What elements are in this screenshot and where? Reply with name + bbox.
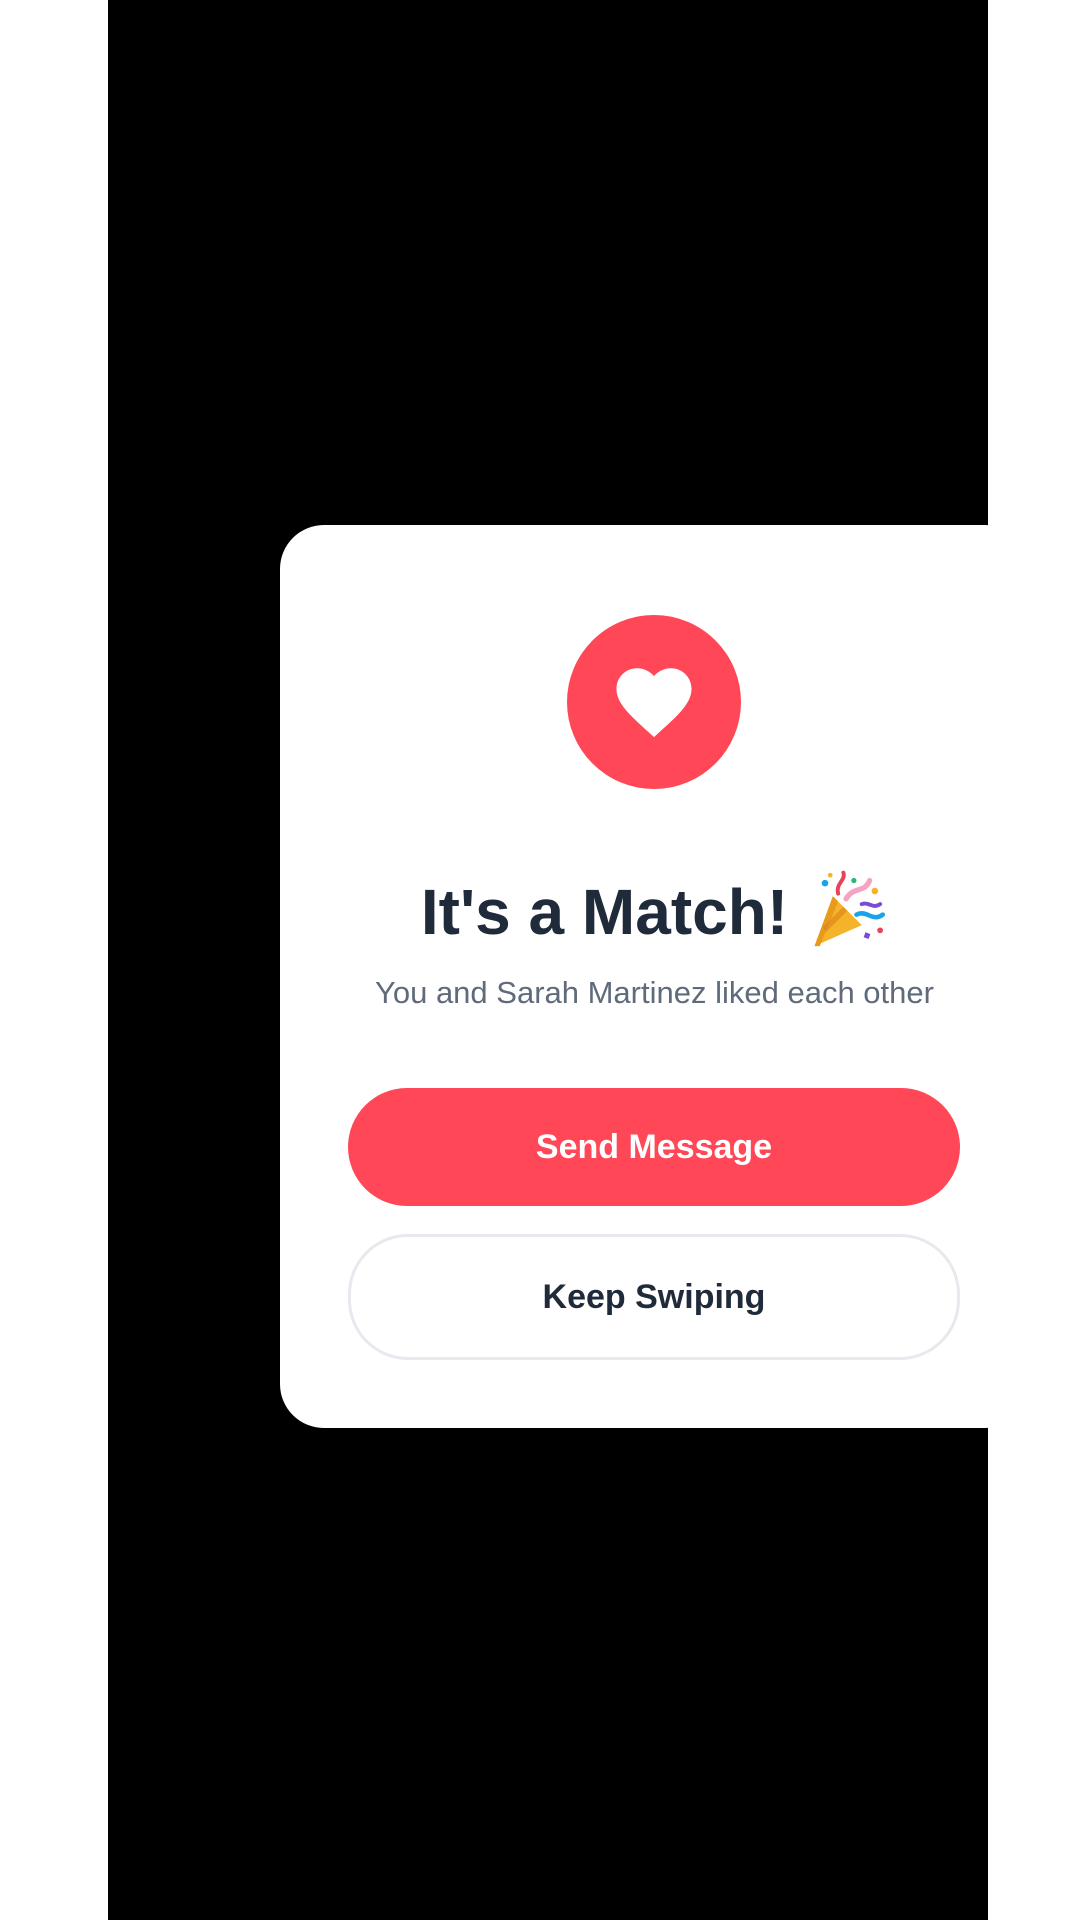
send-message-button-label: Send Message <box>535 1127 773 1166</box>
screen-backdrop: It's a Match! You and Sarah Martinez lik… <box>108 0 1029 1920</box>
send-message-button[interactable]: Send Message <box>348 1088 960 1206</box>
match-dialog: It's a Match! You and Sarah Martinez lik… <box>280 525 1029 1428</box>
match-title-text: It's a Match! <box>420 876 789 948</box>
heart-icon <box>616 668 692 738</box>
heart-badge <box>567 615 741 789</box>
keep-swiping-button-label: Keep Swiping <box>542 1277 766 1316</box>
party-popper-icon <box>814 870 886 947</box>
match-title: It's a Match! <box>280 870 1029 954</box>
match-subtitle: You and Sarah Martinez liked each other <box>375 975 934 1010</box>
keep-swiping-button[interactable]: Keep Swiping <box>348 1234 960 1360</box>
